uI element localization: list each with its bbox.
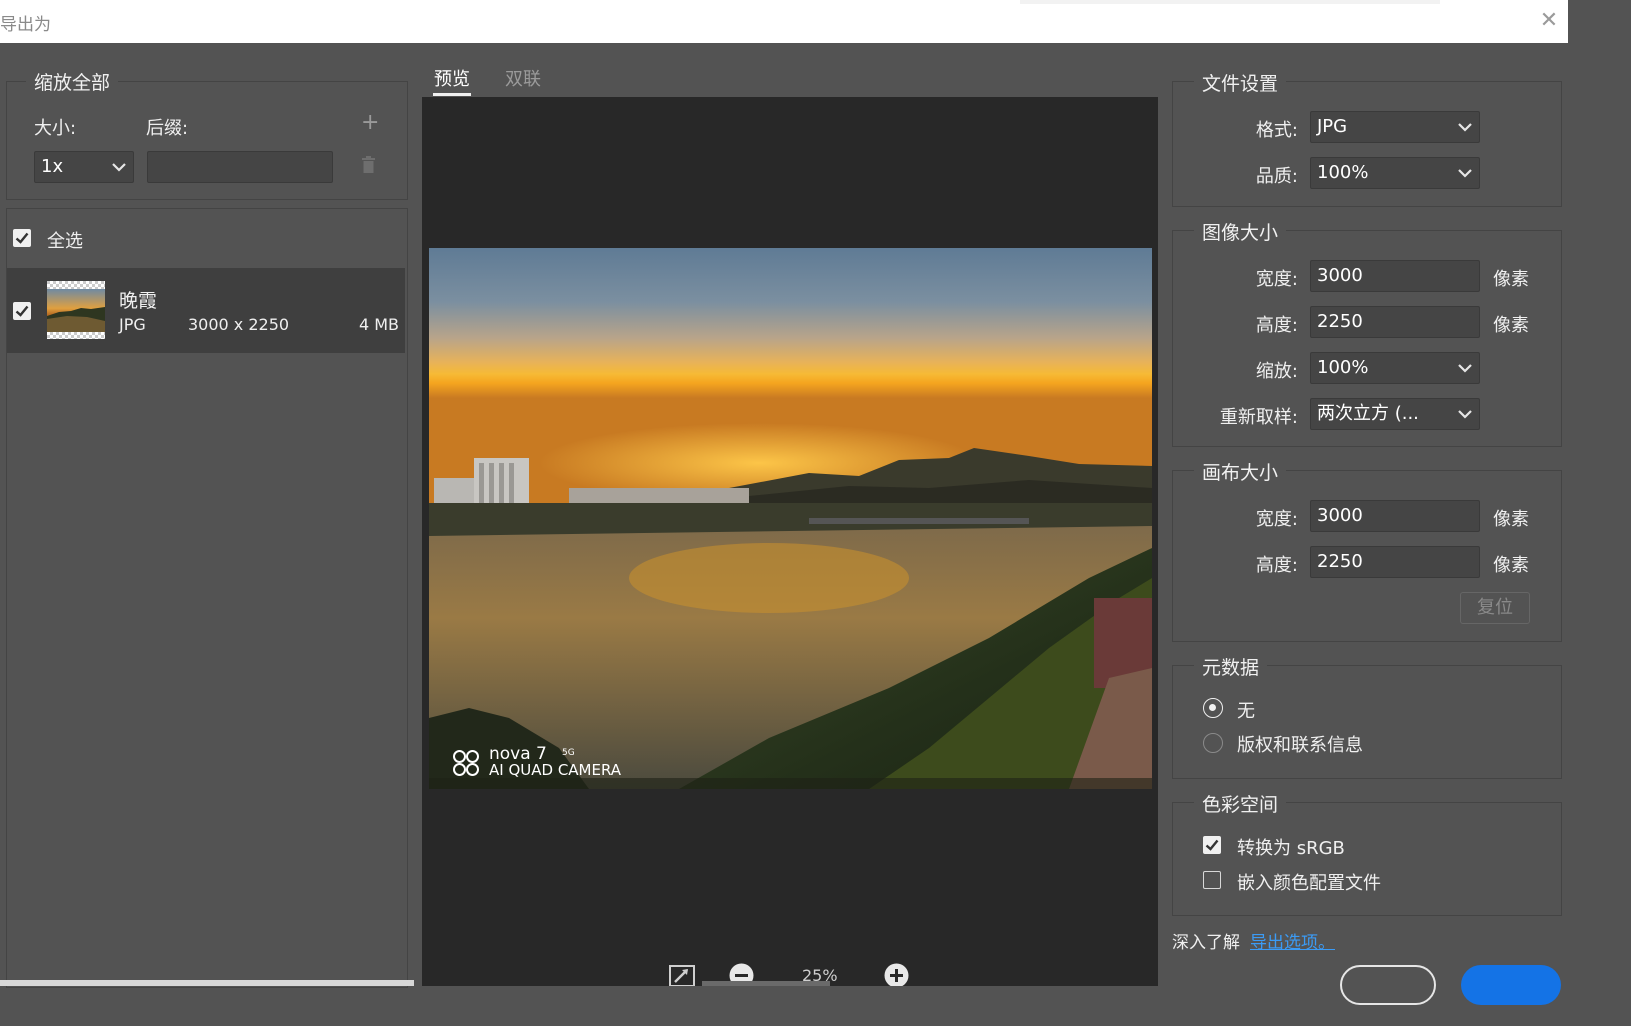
scale-select[interactable]: 100% xyxy=(1310,352,1480,384)
file-settings-title: 文件设置 xyxy=(1194,69,1287,96)
asset-format: JPG xyxy=(119,315,146,334)
canvas-width-label: 宽度: xyxy=(1255,509,1298,530)
metadata-title: 元数据 xyxy=(1194,653,1268,680)
check-icon xyxy=(15,232,29,244)
resample-select-value: 两次立方 (... xyxy=(1317,403,1419,424)
title-bar: 导出为 ✕ xyxy=(0,0,1568,43)
select-all-checkbox[interactable] xyxy=(13,229,31,247)
format-label: 格式: xyxy=(1255,120,1298,141)
metadata-group xyxy=(1172,665,1562,779)
canvas-height-unit: 像素 xyxy=(1493,555,1529,576)
color-space-title: 色彩空间 xyxy=(1194,790,1287,817)
chevron-down-icon xyxy=(112,163,126,172)
cancel-button[interactable] xyxy=(1340,965,1436,1005)
metadata-none-radio[interactable] xyxy=(1203,698,1223,718)
metadata-copyright-label: 版权和联系信息 xyxy=(1237,735,1363,756)
image-height-field[interactable]: 2250 xyxy=(1310,306,1480,338)
tab-preview[interactable]: 预览 xyxy=(434,65,470,91)
check-icon xyxy=(15,305,29,317)
chevron-down-icon xyxy=(1458,123,1472,132)
asset-row[interactable]: 晚霞 JPG 3000 x 2250 4 MB xyxy=(7,268,405,353)
resample-select[interactable]: 两次立方 (... xyxy=(1310,398,1480,430)
export-options-link[interactable]: 导出选项。 xyxy=(1250,928,1335,953)
convert-srgb-label: 转换为 sRGB xyxy=(1237,838,1345,859)
embed-profile-checkbox[interactable] xyxy=(1203,871,1221,889)
horizontal-scrollbar[interactable] xyxy=(0,980,414,986)
fit-view-icon[interactable] xyxy=(669,964,695,986)
size-label: 大小: xyxy=(34,118,77,139)
resample-label: 重新取样: xyxy=(1219,407,1298,428)
embed-profile-label: 嵌入颜色配置文件 xyxy=(1237,873,1381,894)
tab-preview-underline xyxy=(433,93,471,96)
suffix-label: 后缀: xyxy=(146,118,189,139)
image-height-label: 高度: xyxy=(1255,315,1298,336)
quality-select[interactable]: 100% xyxy=(1310,157,1480,189)
asset-dimensions: 3000 x 2250 xyxy=(188,315,290,334)
preview-scrollbar[interactable] xyxy=(702,981,830,986)
watermark-caption: AI QUAD CAMERA xyxy=(489,761,622,779)
color-space-group xyxy=(1172,802,1562,916)
select-all-row[interactable]: 全选 xyxy=(7,210,405,266)
image-width-label: 宽度: xyxy=(1255,269,1298,290)
trash-icon[interactable] xyxy=(361,156,376,173)
canvas-height-field[interactable]: 2250 xyxy=(1310,546,1480,578)
learn-more-text: 深入了解 xyxy=(1172,933,1240,953)
scale-all-title: 缩放全部 xyxy=(26,68,119,95)
canvas-width-unit: 像素 xyxy=(1493,509,1529,530)
export-button[interactable] xyxy=(1461,965,1561,1005)
zoom-in-icon[interactable] xyxy=(884,963,909,986)
size-select[interactable]: 1x xyxy=(34,151,134,183)
chevron-down-icon xyxy=(1458,364,1472,373)
scale-label: 缩放: xyxy=(1255,361,1298,382)
watermark-logo-icon xyxy=(452,748,480,776)
canvas-size-title: 画布大小 xyxy=(1194,458,1287,485)
asset-filesize: 4 MB xyxy=(358,315,399,334)
watermark-5g: 5G xyxy=(562,748,575,758)
tab-2up[interactable]: 双联 xyxy=(505,65,541,91)
metadata-none-label: 无 xyxy=(1237,701,1255,722)
quality-select-value: 100% xyxy=(1317,162,1369,183)
add-icon[interactable]: + xyxy=(361,110,379,135)
title-bar-shadow xyxy=(1020,0,1440,4)
canvas-height-label: 高度: xyxy=(1255,555,1298,576)
preview-image xyxy=(429,248,1152,789)
asset-thumbnail xyxy=(47,281,105,339)
chevron-down-icon xyxy=(1458,169,1472,178)
convert-srgb-checkbox[interactable] xyxy=(1203,836,1221,854)
check-icon xyxy=(1205,839,1219,851)
image-size-title: 图像大小 xyxy=(1194,218,1287,245)
quality-label: 品质: xyxy=(1255,166,1298,187)
suffix-input[interactable] xyxy=(147,151,333,183)
scale-select-value: 100% xyxy=(1317,357,1369,378)
reset-button[interactable]: 复位 xyxy=(1460,592,1530,624)
format-select[interactable]: JPG xyxy=(1310,111,1480,143)
close-icon[interactable]: ✕ xyxy=(1536,8,1562,34)
image-height-unit: 像素 xyxy=(1493,315,1529,336)
window-title: 导出为 xyxy=(0,15,51,35)
image-width-unit: 像素 xyxy=(1493,269,1529,290)
chevron-down-icon xyxy=(1458,410,1472,419)
format-select-value: JPG xyxy=(1317,116,1348,137)
canvas-width-field[interactable]: 3000 xyxy=(1310,500,1480,532)
image-width-field[interactable]: 3000 xyxy=(1310,260,1480,292)
size-select-value: 1x xyxy=(41,156,64,177)
asset-name: 晚霞 xyxy=(119,290,158,312)
asset-checkbox[interactable] xyxy=(13,302,31,320)
select-all-label: 全选 xyxy=(47,231,83,252)
metadata-copyright-radio[interactable] xyxy=(1203,733,1223,753)
